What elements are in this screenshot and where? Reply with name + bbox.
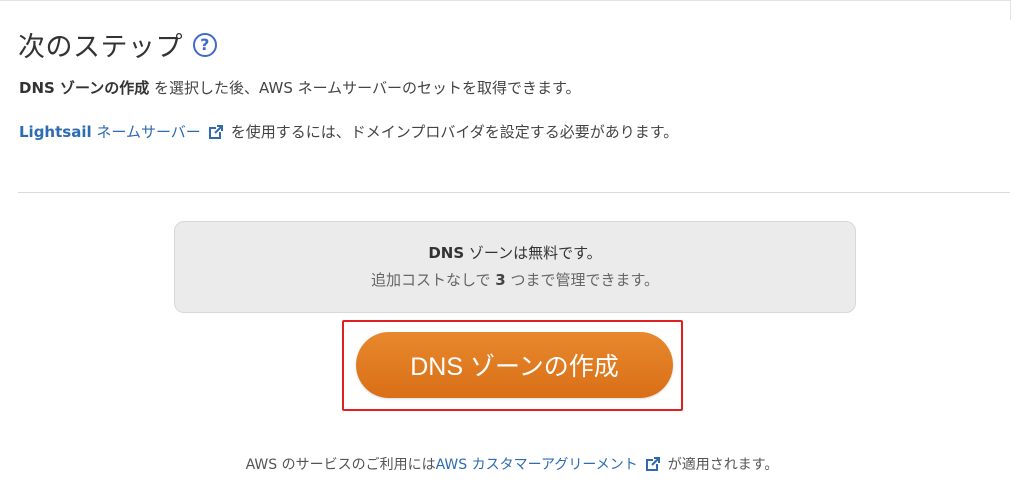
info-subtitle: 追加コストなしで 3 つまで管理できます。 xyxy=(175,269,855,290)
info-title: DNS ゾーンは無料です。 xyxy=(175,242,855,263)
footer-agreement: AWS のサービスのご利用には AWS カスタマーアグリーメント が適用されます… xyxy=(0,454,1024,474)
instruction-bold: DNS ゾーンの作成 xyxy=(19,79,150,97)
page: 次のステップ ? DNS ゾーンの作成 を選択した後、AWS ネームサーバーのセ… xyxy=(0,0,1024,495)
instruction-line-2: Lightsail ネームサーバー を使用するには、ドメインプロバイダを設定する… xyxy=(19,121,678,142)
footer-pre: AWS のサービスのご利用には xyxy=(245,457,436,473)
section-heading: 次のステップ ? xyxy=(18,25,217,64)
instruction-text-2: を使用するには、ドメインプロバイダを設定する必要があります。 xyxy=(230,123,679,141)
external-link-icon[interactable] xyxy=(645,457,660,471)
section-title: 次のステップ xyxy=(18,32,183,63)
instruction-text: を選択した後、AWS ネームサーバーのセットを取得できます。 xyxy=(149,79,581,97)
link-text: ネームサーバー xyxy=(91,123,201,141)
info-sub-post: つまで管理できます。 xyxy=(505,271,660,289)
top-border xyxy=(0,0,1010,1)
help-circle-icon[interactable]: ? xyxy=(193,32,217,57)
info-title-bold: DNS xyxy=(428,244,465,262)
pricing-info-box: DNS ゾーンは無料です。 追加コストなしで 3 つまで管理できます。 xyxy=(174,221,856,313)
info-sub-pre: 追加コストなしで xyxy=(370,271,496,289)
create-dns-zone-button[interactable]: DNS ゾーンの作成 xyxy=(356,332,673,398)
info-title-text: ゾーンは無料です。 xyxy=(464,244,602,262)
instruction-line-1: DNS ゾーンの作成 を選択した後、AWS ネームサーバーのセットを取得できます… xyxy=(19,77,581,98)
footer-post: が適用されます。 xyxy=(667,457,779,473)
divider xyxy=(18,192,1010,193)
link-bold-text: Lightsail xyxy=(19,123,92,141)
customer-agreement-link[interactable]: AWS カスタマーアグリーメント xyxy=(436,454,638,474)
lightsail-nameservers-link[interactable]: Lightsail ネームサーバー xyxy=(19,121,201,142)
info-sub-number: 3 xyxy=(495,271,506,289)
external-link-icon[interactable] xyxy=(208,124,223,139)
right-border xyxy=(1010,0,1011,20)
